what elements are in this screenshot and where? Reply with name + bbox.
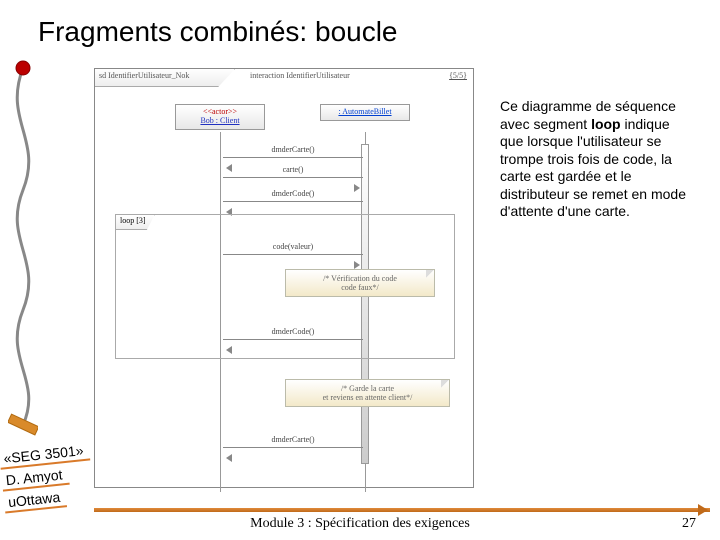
msg-label: dmderCarte(): [271, 145, 314, 154]
slide-title: Fragments combinés: boucle: [38, 16, 398, 48]
desc-bold: loop: [591, 116, 621, 132]
msg-label: dmderCode(): [272, 189, 315, 198]
msg-label: dmderCarte(): [271, 435, 314, 444]
sequence-diagram: sd IdentifierUtilisateur_Nok interaction…: [94, 68, 474, 488]
course-tags: «SEG 3501» D. Amyot uOttawa: [0, 441, 95, 516]
msg-label: carte(): [283, 165, 304, 174]
lifeline-actor-head: <<actor>> Bob : Client: [175, 104, 265, 130]
note-line: code faux*/: [292, 283, 428, 292]
note-line: et reviens en attente client*/: [292, 393, 443, 402]
diagram-frame-label: sd IdentifierUtilisateur_Nok: [95, 69, 235, 87]
note-garde: /* Garde la carte et reviens en attente …: [285, 379, 450, 407]
actor-name: Bob : Client: [180, 117, 260, 126]
description-text: Ce diagramme de séquence avec segment lo…: [500, 98, 690, 221]
note-line: /* Garde la carte: [292, 384, 443, 393]
footer-module: Module 3 : Spécification des exigences: [0, 516, 720, 532]
diagram-frame-ref: {5/5}: [449, 69, 467, 80]
page-number: 27: [682, 516, 696, 532]
lifeline-object-head: : AutomateBillet: [320, 104, 410, 121]
note-verification: /* Vérification du code code faux*/: [285, 269, 435, 297]
note-line: /* Vérification du code: [292, 274, 428, 283]
loop-fragment-label: loop [3]: [116, 215, 155, 230]
decor-squiggle: [8, 60, 38, 460]
msg-label: dmderCode(): [272, 327, 315, 336]
lifeline-actor: <<actor>> Bob : Client: [175, 104, 265, 130]
lifeline-object: : AutomateBillet: [320, 104, 410, 121]
footer-arrow: [94, 508, 710, 512]
tag-university: uOttawa: [3, 488, 67, 513]
msg-label: code(valeur): [273, 242, 313, 251]
diagram-frame-title: interaction IdentifierUtilisateur: [250, 69, 350, 80]
